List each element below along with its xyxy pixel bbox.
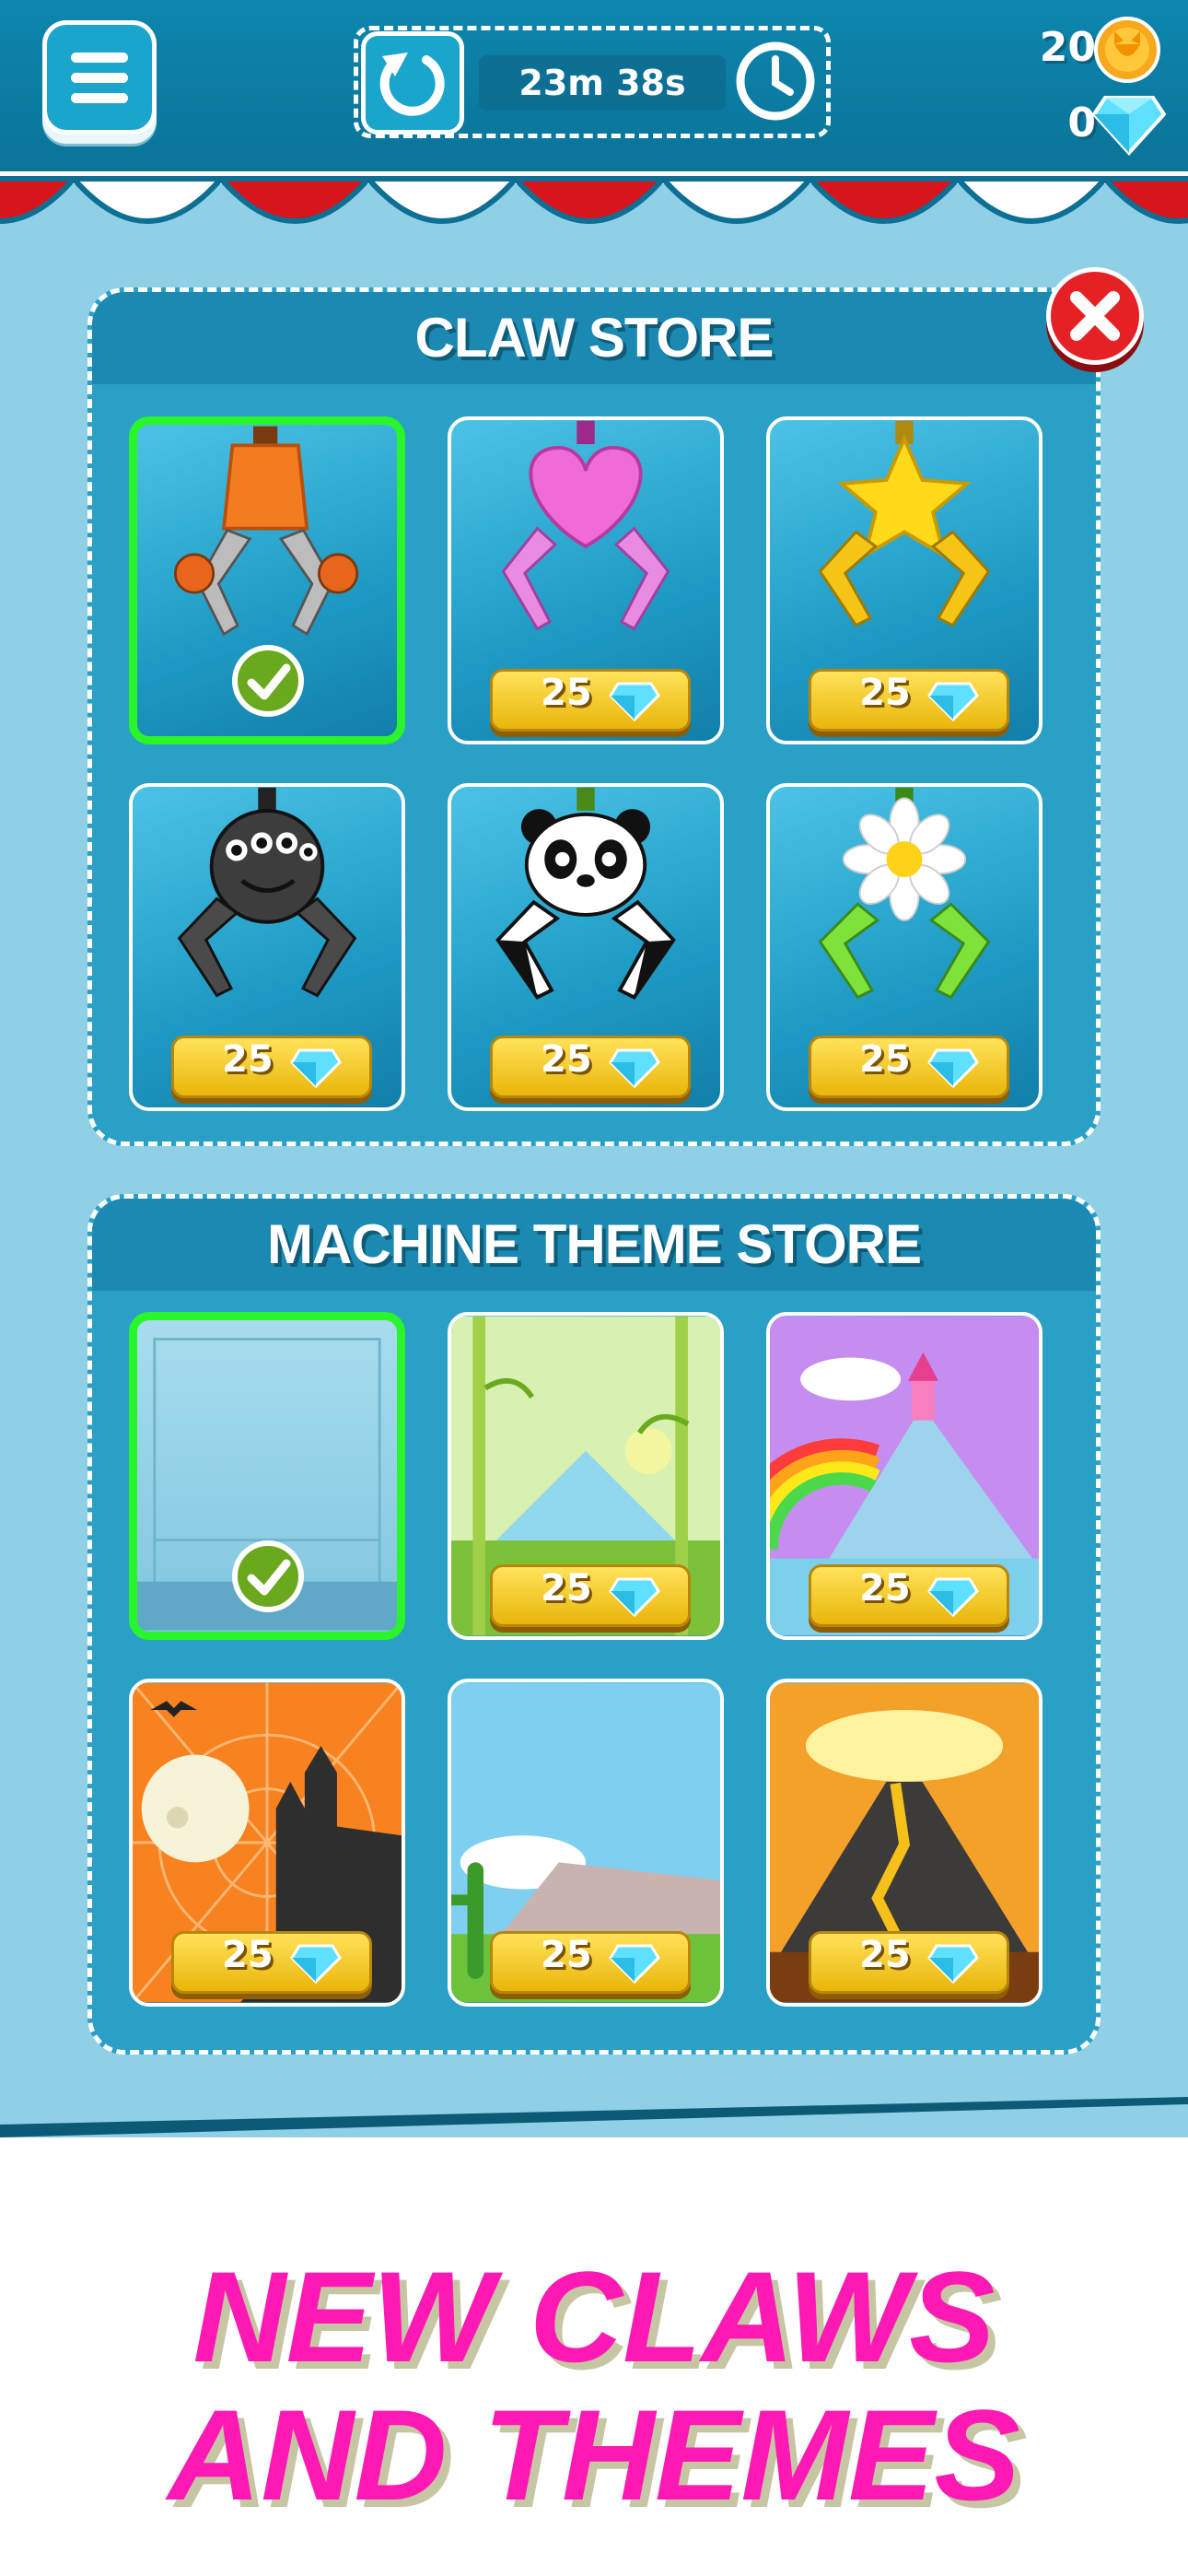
check-icon [232,645,304,717]
close-icon [1070,291,1120,341]
claw-item-heart[interactable]: 25 [448,416,724,744]
claw-item-daisy[interactable]: 25 [766,783,1042,1111]
promo-line-1: NEW CLAWS [192,2244,996,2389]
promo-caption: NEW CLAWS AND THEMES [0,2248,1188,2524]
coins-count: 20 [1039,24,1096,71]
buy-button[interactable]: 25 [490,1931,691,1994]
undo-button[interactable] [361,31,464,135]
claw-item-panda[interactable]: 25 [448,783,724,1111]
claw-item-spider[interactable]: 25 [129,783,405,1111]
menu-icon [71,53,128,63]
buy-button[interactable]: 25 [490,669,691,732]
theme-item-bamboo[interactable]: 25 [448,1312,724,1640]
buy-button[interactable]: 25 [490,1564,691,1627]
claw-store-title: CLAW STORE [92,292,1096,384]
theme-item-halloween[interactable]: 25 [129,1679,405,2007]
claw-item-star[interactable]: 25 [766,416,1042,744]
gem-icon [927,1577,979,1617]
theme-item-desert[interactable]: 25 [448,1679,724,2007]
buy-button[interactable]: 25 [809,669,1009,732]
gem-icon [927,682,979,721]
buy-button[interactable]: 25 [809,1036,1009,1098]
price-text: 25 [541,1038,592,1081]
theme-store-title: MACHINE THEME STORE [92,1199,1096,1291]
menu-icon-line [71,93,128,103]
price-text: 25 [859,1934,911,1976]
price-text: 25 [541,672,592,714]
undo-icon [379,53,445,116]
claw-item-orange[interactable] [129,416,405,744]
game-screen: 23m 38s 20 0 CLAW STORE 25 25 25 25 25 M… [0,0,1188,2137]
gem-icon [927,1048,979,1088]
gem-icon [609,682,660,721]
buy-button[interactable]: 25 [171,1931,372,1994]
price-text: 25 [541,1934,592,1976]
promo-line-2: AND THEMES [168,2383,1020,2527]
close-button[interactable] [1046,267,1144,365]
gem-icon [609,1048,660,1088]
buy-button[interactable]: 25 [171,1036,372,1098]
gem-icon [927,1944,979,1984]
price-text: 25 [222,1038,274,1081]
price-text: 25 [222,1934,274,1976]
price-text: 25 [859,1567,911,1610]
awning [0,171,1188,224]
clock-icon [736,41,815,121]
theme-item-rainbow-castle[interactable]: 25 [766,1312,1042,1640]
check-icon [232,1540,304,1612]
game-bottom-edge [0,2091,1188,2137]
gem-icon [609,1944,660,1984]
top-bar: 23m 38s 20 0 [0,0,1188,175]
theme-item-volcano[interactable]: 25 [766,1679,1042,2007]
gem-icon [290,1048,342,1088]
gem-icon [1092,96,1166,156]
price-text: 25 [541,1567,592,1610]
timer-text: 23m 38s [479,55,726,111]
gem-icon [609,1577,660,1617]
menu-button[interactable] [42,20,157,135]
theme-item-classic[interactable] [129,1312,405,1640]
gem-icon [290,1944,342,1984]
buy-button[interactable]: 25 [809,1931,1009,1994]
buy-button[interactable]: 25 [490,1036,691,1098]
menu-icon-line [71,73,128,83]
buy-button[interactable]: 25 [809,1564,1009,1627]
price-text: 25 [859,672,911,714]
price-text: 25 [859,1038,911,1081]
coin-icon [1094,17,1160,83]
